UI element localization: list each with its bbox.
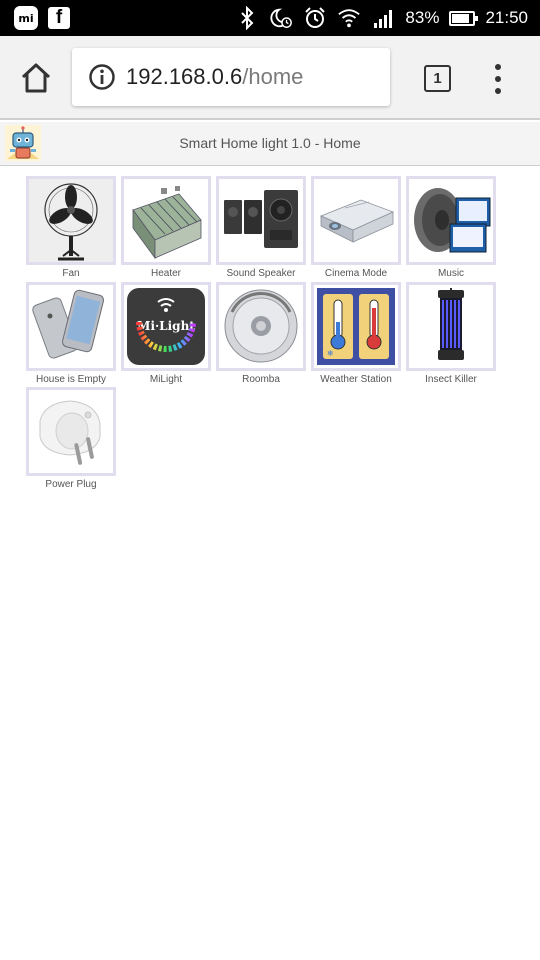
device-tile-insect-killer[interactable]: Insect Killer (406, 282, 496, 386)
signal-icon (371, 6, 395, 30)
home-icon[interactable] (18, 60, 54, 96)
milight-logo-text: Mi·Light (137, 319, 195, 333)
device-label: Power Plug (45, 479, 97, 490)
page-header: Smart Home light 1.0 - Home (0, 122, 540, 166)
battery-icon (449, 10, 479, 26)
svg-text:❄: ❄ (327, 349, 334, 358)
battery-percent: 83% (405, 8, 440, 27)
device-label: House is Empty (35, 374, 107, 385)
url-path: /home (242, 64, 304, 89)
url-bar[interactable]: 192.168.0.6/home (72, 48, 390, 106)
device-label: Sound Speaker (226, 268, 296, 279)
roomba-icon[interactable] (216, 282, 306, 371)
device-label: Roomba (242, 374, 280, 385)
device-tile-heater[interactable]: Heater (121, 176, 211, 280)
do-not-disturb-icon (269, 6, 293, 30)
device-label: Cinema Mode (324, 268, 388, 279)
device-label: Fan (62, 268, 80, 279)
heater-icon[interactable] (121, 176, 211, 265)
device-tile-power-plug[interactable]: Power Plug (26, 387, 116, 491)
info-icon[interactable] (88, 63, 116, 91)
thermometer-icon[interactable]: ❄ (311, 282, 401, 371)
alarm-icon (303, 6, 327, 30)
device-label: Insect Killer (425, 374, 477, 385)
url-host: 192.168.0.6 (126, 64, 243, 89)
milight-icon[interactable]: Mi·Light (121, 282, 211, 371)
tab-switcher-icon[interactable]: 1 (424, 65, 451, 92)
projector-icon[interactable] (311, 176, 401, 265)
device-tile-music[interactable]: Music (406, 176, 496, 280)
device-label: Weather Station (320, 374, 392, 385)
device-label: MiLight (149, 374, 183, 385)
device-tile-roomba[interactable]: Roomba (216, 282, 306, 386)
device-tile-weather-station[interactable]: ❄ Weather Station (311, 282, 401, 386)
device-tile-milight[interactable]: Mi·Light MiLight (121, 282, 211, 386)
device-label: Music (437, 268, 465, 279)
device-tile-fan[interactable]: Fan (26, 176, 116, 280)
page-title: Smart Home light 1.0 - Home (179, 135, 361, 151)
speaker-icon[interactable] (216, 176, 306, 265)
wifi-icon (337, 6, 361, 30)
overflow-menu-icon[interactable] (490, 64, 506, 94)
insect-killer-icon[interactable] (406, 282, 496, 371)
device-tile-cinema-mode[interactable]: Cinema Mode (311, 176, 401, 280)
url-text[interactable]: 192.168.0.6/home (126, 64, 303, 90)
device-tile-sound-speaker[interactable]: Sound Speaker (216, 176, 306, 280)
browser-toolbar: 192.168.0.6/home 1 (0, 36, 540, 120)
status-bar: mi f 83% 21:50 (0, 0, 540, 36)
tab-count: 1 (433, 70, 442, 87)
clock: 21:50 (485, 8, 528, 27)
mi-app-icon: mi (14, 6, 38, 30)
music-speaker-icon[interactable] (406, 176, 496, 265)
device-label: Heater (150, 268, 181, 279)
bluetooth-icon (235, 6, 259, 30)
phone-icon[interactable] (26, 282, 116, 371)
power-plug-icon[interactable] (26, 387, 116, 476)
device-tile-house-is-empty[interactable]: House is Empty (26, 282, 116, 386)
fan-icon[interactable] (26, 176, 116, 265)
facebook-icon: f (48, 7, 70, 29)
